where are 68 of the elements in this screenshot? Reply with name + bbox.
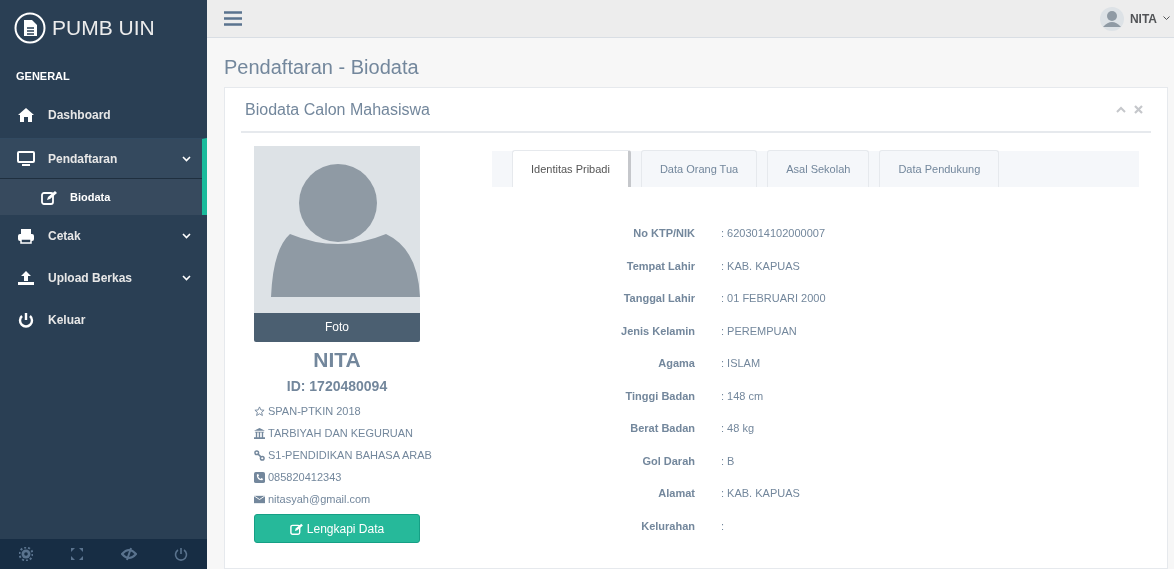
field-label: Tempat Lahir [625, 259, 695, 272]
settings-icon[interactable] [18, 547, 33, 561]
power-icon [17, 312, 35, 328]
tab[interactable]: Identitas Pribadi [512, 150, 631, 187]
field-label: Jenis Kelamin [620, 324, 695, 337]
printer-icon [17, 228, 35, 244]
bank-icon [254, 427, 265, 439]
home-icon [17, 107, 35, 123]
chevron-down-icon [182, 233, 191, 239]
photo-caption: Foto [254, 313, 420, 342]
student-name: NITA [312, 348, 362, 372]
profile-info: 085820412343 [268, 471, 342, 483]
avatar-icon [1099, 6, 1124, 31]
tab[interactable]: Data Orang Tua [640, 150, 758, 187]
field-value: : ISLAM [721, 357, 761, 370]
star-icon [254, 405, 265, 417]
field-label: No KTP/NIK [632, 227, 695, 240]
field-label: Gol Darah [641, 454, 695, 467]
tab[interactable]: Data Pendukung [879, 150, 1000, 187]
menu-item[interactable]: Pendaftaran [0, 138, 207, 179]
fullscreen-icon[interactable] [69, 547, 84, 561]
student-id: ID: 1720480094 [285, 378, 389, 394]
page-title: Pendaftaran - Biodata [224, 56, 420, 79]
profile-info: S1-PENDIDIKAN BAHASA ARAB [268, 449, 432, 461]
field-label: Kelurahan [640, 519, 695, 532]
app-title: PUMB UIN [52, 16, 155, 40]
collapse-icon[interactable] [1116, 106, 1126, 113]
document-icon [14, 12, 46, 44]
tab[interactable]: Asal Sekolah [767, 150, 870, 187]
panel-title: Biodata Calon Mahasiswa [245, 100, 430, 119]
field-value: : KAB. KAPUAS [721, 259, 800, 272]
close-icon[interactable] [1134, 105, 1143, 114]
field-value: : 148 cm [721, 389, 764, 402]
upload-icon [17, 270, 35, 286]
user-menu[interactable]: NITA [1099, 6, 1174, 31]
monitor-icon [17, 151, 35, 167]
field-label: Agama [657, 357, 695, 370]
chevron-down-icon [182, 156, 191, 162]
profile-info: SPAN-PTKIN 2018 [268, 405, 361, 417]
menu-item[interactable]: Dashboard [0, 94, 207, 136]
envelope-icon [254, 493, 265, 505]
eye-slash-icon[interactable] [121, 547, 138, 561]
power-icon[interactable] [174, 547, 189, 561]
menu-item[interactable]: Cetak [0, 215, 207, 257]
field-value: : 48 kg [721, 422, 755, 435]
section-heading: GENERAL [15, 69, 71, 84]
menu-item[interactable]: Keluar [0, 299, 207, 341]
field-label: Alamat [657, 487, 695, 500]
field-value: : 01 FEBRUARI 2000 [721, 292, 826, 305]
profile-info: TARBIYAH DAN KEGURUAN [268, 427, 414, 439]
submenu-item[interactable]: Biodata [0, 179, 207, 215]
field-value: : [721, 519, 725, 532]
menu-item[interactable]: Upload Berkas [0, 257, 207, 299]
field-label: Berat Badan [629, 422, 695, 435]
chevron-down-icon [1163, 16, 1170, 21]
field-label: Tinggi Badan [624, 389, 695, 402]
chevron-down-icon [182, 275, 191, 281]
field-value: : PEREMPUAN [721, 324, 797, 337]
link-icon [254, 449, 265, 461]
edit-icon [41, 189, 57, 205]
profile-info: nitasyah@gmail.com [268, 493, 371, 505]
field-label: Tanggal Lahir [622, 292, 695, 305]
field-value: : 6203014102000007 [721, 227, 825, 240]
field-value: : B [721, 454, 735, 467]
phone-icon [254, 471, 265, 483]
menu-icon[interactable] [224, 11, 242, 26]
field-value: : KAB. KAPUAS [721, 487, 800, 500]
edit-icon [289, 522, 303, 535]
